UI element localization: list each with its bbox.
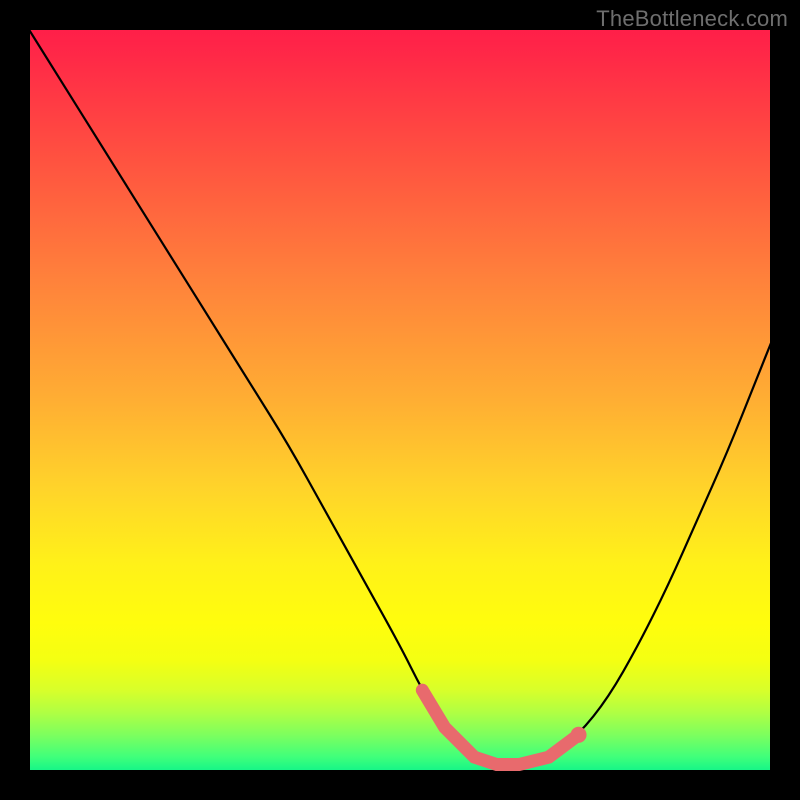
attribution-text: TheBottleneck.com: [596, 6, 788, 32]
plot-area: [28, 28, 772, 772]
optimal-zone-highlight: [28, 28, 772, 772]
chart-container: TheBottleneck.com: [0, 0, 800, 800]
